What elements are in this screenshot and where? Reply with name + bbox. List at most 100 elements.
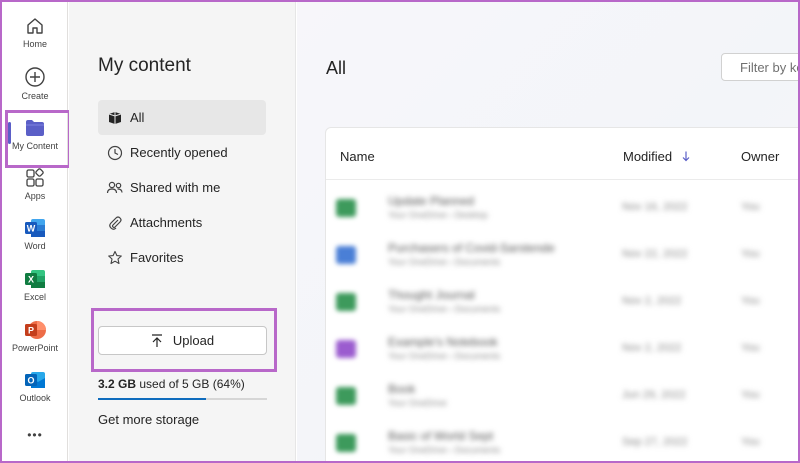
file-type-icon xyxy=(336,293,356,311)
get-more-storage-link[interactable]: Get more storage xyxy=(98,412,199,427)
upload-button[interactable]: Upload xyxy=(98,326,267,355)
page-title: All xyxy=(326,58,347,78)
clock-icon xyxy=(106,144,124,162)
file-list: Name Modified Owner Update Planned Your … xyxy=(325,127,798,461)
table-row[interactable]: Basic of World Sept Your OneDrive › Docu… xyxy=(326,416,798,461)
app-window: Home Create My Content Apps W Word X Exc… xyxy=(0,0,800,463)
word-app-icon: W xyxy=(24,218,46,238)
file-modified: Jun 29, 2022 xyxy=(622,389,686,401)
main-content: All Filter by keyword Name Modified Owne… xyxy=(297,2,798,461)
file-modified: Nov 2, 2022 xyxy=(622,295,682,307)
rail-label-create: Create xyxy=(21,91,49,101)
nav-item-recently-opened[interactable]: Recently opened xyxy=(98,135,266,170)
nav-label-attachments: Attachments xyxy=(130,215,203,230)
file-owner: You xyxy=(741,248,760,260)
outlook-app-icon: O xyxy=(24,370,46,390)
file-location: Your OneDrive › Documents xyxy=(388,304,501,314)
storage-progress-bar xyxy=(98,398,267,400)
rail-label-home: Home xyxy=(22,39,47,49)
apps-grid-icon xyxy=(25,168,45,188)
file-owner: You xyxy=(741,295,760,307)
rail-label-powerpoint: PowerPoint xyxy=(11,343,59,353)
nav-item-all[interactable]: All xyxy=(98,100,266,135)
rail-label-outlook: Outlook xyxy=(19,393,51,403)
file-owner: You xyxy=(741,389,760,401)
app-rail: Home Create My Content Apps W Word X Exc… xyxy=(2,2,68,461)
rail-item-powerpoint[interactable]: P PowerPoint xyxy=(2,320,68,353)
storage-progress-fill xyxy=(98,398,207,400)
filter-input[interactable]: Filter by keyword xyxy=(721,53,798,81)
star-icon xyxy=(106,249,124,267)
nav-label-shared-with-me: Shared with me xyxy=(130,180,221,195)
home-icon xyxy=(25,16,45,36)
rail-item-word[interactable]: W Word xyxy=(2,218,68,251)
file-location: Your OneDrive › Documents xyxy=(388,445,501,455)
storage-total-text: used of 5 GB (64%) xyxy=(136,377,245,391)
word-icon-letter: W xyxy=(27,224,36,234)
powerpoint-icon-letter: P xyxy=(28,326,34,336)
column-header-name[interactable]: Name xyxy=(340,149,375,164)
file-name: Purchasers of Covid-Sarstende xyxy=(388,241,555,255)
file-owner: You xyxy=(741,201,760,213)
nav-label-favorites: Favorites xyxy=(130,250,184,265)
file-modified: Nov 22, 2022 xyxy=(622,248,688,260)
file-type-icon xyxy=(336,199,356,217)
file-modified: Nov 2, 2022 xyxy=(622,342,682,354)
plus-circle-icon xyxy=(24,66,46,88)
file-name: Example's Notebook xyxy=(388,335,498,349)
file-type-icon xyxy=(336,340,356,358)
nav-label-all: All xyxy=(130,110,145,125)
column-header-modified-label: Modified xyxy=(623,149,673,164)
file-type-icon xyxy=(336,246,356,264)
file-type-icon xyxy=(336,434,356,452)
file-name: Basic of World Sept xyxy=(388,429,494,443)
file-location: Your OneDrive xyxy=(388,398,447,408)
file-list-header: Name Modified Owner xyxy=(326,128,798,180)
my-content-highlight-box xyxy=(5,110,71,168)
nav-item-attachments[interactable]: Attachments xyxy=(98,205,266,240)
table-row[interactable]: Purchasers of Covid-Sarstende Your OneDr… xyxy=(326,228,798,275)
people-icon xyxy=(106,179,124,197)
rail-label-apps: Apps xyxy=(24,191,46,201)
rail-item-outlook[interactable]: O Outlook xyxy=(2,370,68,403)
file-location: Your OneDrive › Documents xyxy=(388,351,501,361)
nav-item-favorites[interactable]: Favorites xyxy=(98,240,266,275)
more-apps-button[interactable]: ••• xyxy=(2,428,68,442)
excel-app-icon: X xyxy=(24,269,46,289)
table-row[interactable]: Thought Journal Your OneDrive › Document… xyxy=(326,275,798,322)
rail-item-apps[interactable]: Apps xyxy=(2,168,68,201)
column-header-modified[interactable]: Modified xyxy=(623,149,690,165)
upload-label: Upload xyxy=(172,333,215,348)
table-row[interactable]: Book Your OneDrive Jun 29, 2022 You xyxy=(326,369,798,416)
file-type-icon xyxy=(336,387,356,405)
file-owner: You xyxy=(741,342,760,354)
file-modified: Nov 16, 2022 xyxy=(622,201,688,213)
file-modified: Sep 27, 2022 xyxy=(622,436,688,448)
all-content-icon xyxy=(106,109,124,127)
rail-item-create[interactable]: Create xyxy=(2,66,68,101)
nav-title: My content xyxy=(98,55,191,76)
column-header-owner[interactable]: Owner xyxy=(741,149,779,164)
rail-item-excel[interactable]: X Excel xyxy=(2,269,68,302)
file-name: Thought Journal xyxy=(388,288,475,302)
file-owner: You xyxy=(741,436,760,448)
file-name: Book xyxy=(388,382,416,396)
rail-label-excel: Excel xyxy=(23,292,46,302)
excel-icon-letter: X xyxy=(28,275,34,285)
content-nav-panel: My content All Recently opened Shared wi… xyxy=(69,2,296,461)
powerpoint-app-icon: P xyxy=(24,320,46,340)
paperclip-icon xyxy=(106,214,124,232)
storage-used-amount: 3.2 GB xyxy=(98,377,137,391)
table-row[interactable]: Update Planned Your OneDrive › Desktop N… xyxy=(326,181,798,228)
file-location: Your OneDrive › Documents xyxy=(388,257,501,267)
arrow-down-icon xyxy=(682,150,690,165)
table-row[interactable]: Example's Notebook Your OneDrive › Docum… xyxy=(326,322,798,369)
nav-item-shared-with-me[interactable]: Shared with me xyxy=(98,170,266,205)
rail-item-home[interactable]: Home xyxy=(2,16,68,49)
file-location: Your OneDrive › Desktop xyxy=(388,210,488,220)
outlook-icon-letter: O xyxy=(27,376,34,386)
file-name: Update Planned xyxy=(388,194,475,208)
rail-label-word: Word xyxy=(24,241,46,251)
storage-usage-text: 3.2 GB used of 5 GB (64%) xyxy=(98,377,245,391)
upload-arrow-icon xyxy=(151,333,163,348)
